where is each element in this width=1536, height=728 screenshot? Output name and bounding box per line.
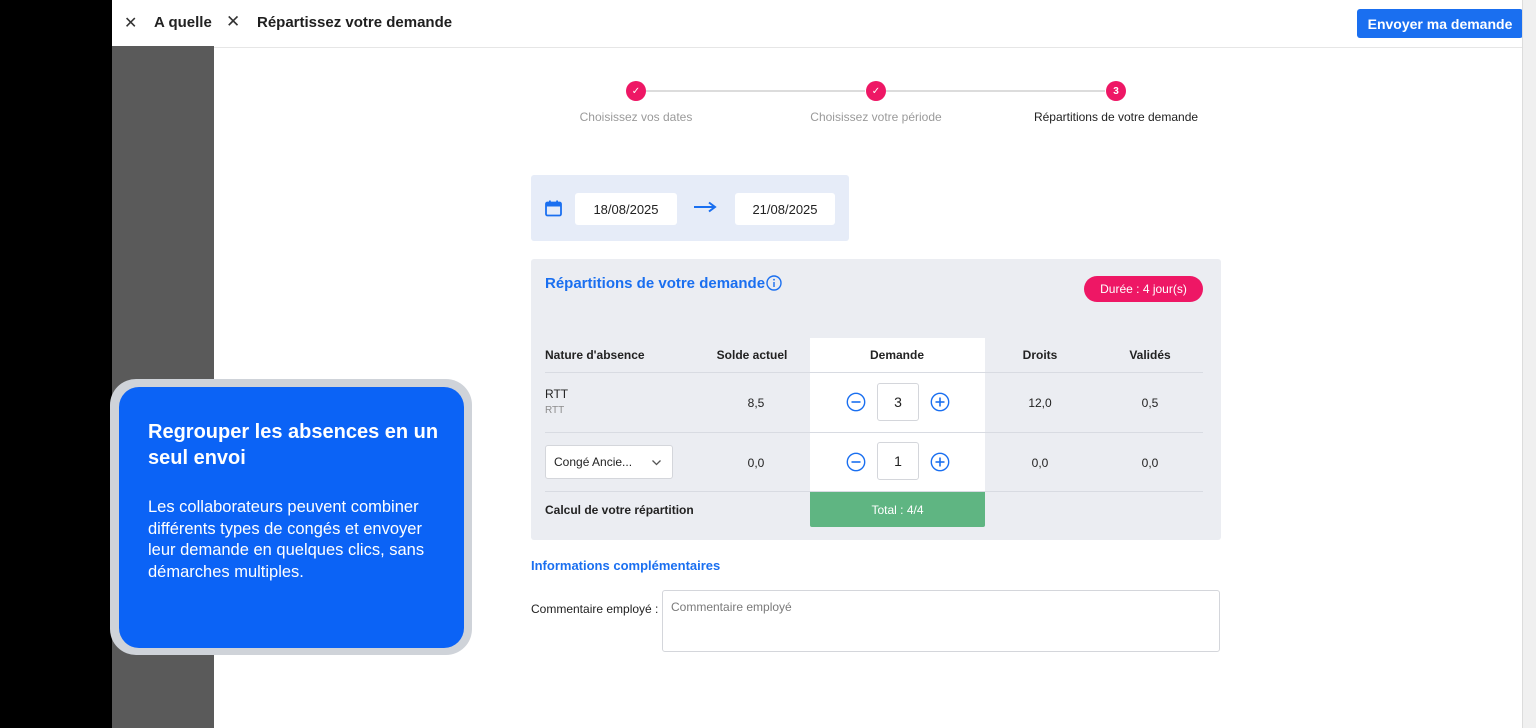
stepper-connector	[646, 90, 865, 92]
droits-value: 12,0	[1028, 396, 1052, 410]
feature-callout: Regrouper les absences en un seul envoi …	[119, 387, 464, 648]
absence-nature-sub: RTT	[545, 405, 565, 416]
minus-circle-icon[interactable]	[846, 452, 866, 472]
column-header-valides: Validés	[1129, 348, 1171, 362]
droits-value: 0,0	[1031, 456, 1049, 470]
date-range: 18/08/2025 21/08/2025	[531, 175, 849, 241]
info-icon[interactable]	[766, 275, 782, 291]
column-header-droits: Droits	[1022, 348, 1058, 362]
column-header-solde: Solde actuel	[716, 348, 788, 362]
duration-badge: Durée : 4 jour(s)	[1084, 276, 1203, 302]
solde-value: 8,5	[747, 396, 765, 410]
step-label-repartitions: Répartitions de votre demande	[1033, 110, 1199, 124]
step-done-check-icon: ✓	[626, 81, 646, 101]
callout-title: Regrouper les absences en un seul envoi	[148, 421, 439, 469]
absence-type-select[interactable]: Congé Ancie...	[545, 445, 673, 479]
repartition-title: Répartitions de votre demande	[545, 275, 766, 292]
column-header-demande: Demande	[869, 348, 925, 362]
close-icon[interactable]: ✕	[124, 13, 137, 33]
row-divider	[545, 432, 1203, 433]
window-edge	[1522, 0, 1536, 728]
modal-title: Répartissez votre demande	[257, 14, 453, 31]
quantity-input[interactable]: 1	[877, 442, 919, 480]
background-panel-title: A quelle	[154, 14, 212, 31]
column-header-nature: Nature d'absence	[545, 348, 645, 362]
solde-value: 0,0	[747, 456, 765, 470]
background-panel-header: ✕ A quelle	[112, 0, 216, 46]
comment-input[interactable]	[662, 590, 1220, 652]
close-icon[interactable]: ✕	[226, 12, 240, 32]
plus-circle-icon[interactable]	[930, 452, 950, 472]
comment-label: Commentaire employé :	[531, 602, 659, 616]
plus-circle-icon[interactable]	[930, 392, 950, 412]
minus-circle-icon[interactable]	[846, 392, 866, 412]
absence-type-value: Congé Ancie...	[554, 455, 633, 469]
step-label-dates: Choisissez vos dates	[579, 110, 693, 124]
valides-value: 0,0	[1141, 456, 1159, 470]
step-label-periode: Choisissez votre période	[810, 110, 942, 124]
arrow-right-icon	[694, 201, 717, 213]
calendar-icon	[545, 200, 562, 217]
absence-nature: RTT	[545, 387, 569, 401]
calc-label: Calcul de votre répartition	[545, 503, 694, 517]
row-divider	[545, 372, 1203, 373]
stepper-connector	[886, 90, 1105, 92]
repartition-card: Répartitions de votre demande Durée : 4 …	[531, 259, 1221, 540]
backdrop	[0, 0, 112, 728]
step-done-check-icon: ✓	[866, 81, 886, 101]
end-date-field[interactable]: 21/08/2025	[735, 193, 835, 225]
send-request-button[interactable]: Envoyer ma demande	[1357, 9, 1523, 38]
step-number-badge: 3	[1106, 81, 1126, 101]
modal-header: ✕ Répartissez votre demande Envoyer ma d…	[214, 0, 1523, 48]
callout-text: Les collaborateurs peuvent combiner diff…	[148, 498, 425, 581]
total-bar: Total : 4/4	[810, 492, 985, 527]
start-date-field[interactable]: 18/08/2025	[575, 193, 677, 225]
quantity-input[interactable]: 3	[877, 383, 919, 421]
info-section-title: Informations complémentaires	[531, 558, 721, 573]
chevron-down-icon	[652, 460, 661, 466]
valides-value: 0,5	[1141, 396, 1159, 410]
